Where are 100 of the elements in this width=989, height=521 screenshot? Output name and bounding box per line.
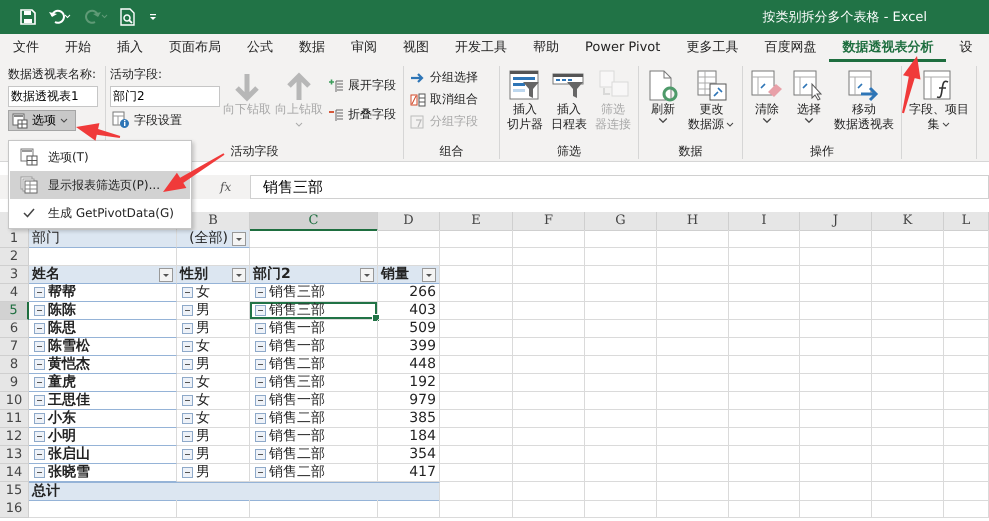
field-settings-button[interactable]: 字段设置 [110,110,220,130]
row-number[interactable]: 14 [0,464,29,482]
menu-item[interactable]: 选项(T) [10,143,190,171]
collapse-icon[interactable] [34,305,45,316]
ribbon-tab[interactable]: 审阅 [338,34,390,62]
collapse-icon[interactable] [34,395,45,406]
column-header[interactable]: C [250,212,378,231]
collapse-icon[interactable] [255,395,266,406]
row-number[interactable]: 9 [0,374,29,392]
print-preview-icon[interactable] [120,8,136,26]
collapse-icon[interactable] [34,359,45,370]
refresh-button[interactable]: 刷新 [643,68,683,143]
ribbon-tab[interactable]: 页面布局 [156,34,234,62]
filter-button[interactable] [360,268,374,282]
ribbon-tab[interactable]: 视图 [390,34,442,62]
row-number[interactable]: 5 [0,302,29,320]
pivot-name-field[interactable]: 数据透视表1 [8,86,98,107]
column-header[interactable]: J [800,212,872,231]
filter-button[interactable] [422,268,436,282]
collapse-icon[interactable] [34,467,45,478]
collapse-icon[interactable] [34,431,45,442]
collapse-icon[interactable] [255,377,266,388]
collapse-field-button[interactable]: 折叠字段 [326,105,398,124]
collapse-icon[interactable] [182,413,193,424]
collapse-icon[interactable] [255,323,266,334]
undo-icon[interactable] [48,9,72,25]
collapse-icon[interactable] [34,377,45,388]
column-header[interactable]: G [585,212,657,231]
column-header[interactable]: H [657,212,729,231]
collapse-icon[interactable] [182,323,193,334]
function-label[interactable]: fx [220,180,250,194]
options-button[interactable]: 选项 [8,110,76,131]
collapse-icon[interactable] [182,395,193,406]
ribbon-tab[interactable]: 帮助 [520,34,572,62]
collapse-icon[interactable] [34,413,45,424]
ribbon-tab[interactable]: Power Pivot [572,34,674,62]
row-number[interactable]: 7 [0,338,29,356]
slicer-button[interactable]: 插入 切片器 [504,68,546,143]
collapse-icon[interactable] [34,323,45,334]
column-header[interactable]: D [378,212,440,231]
filter-button[interactable] [232,268,246,282]
menu-item[interactable]: 显示报表筛选页(P)... [10,171,190,199]
ungroup-group-button[interactable]: 取消组合 [408,90,495,109]
row-number[interactable]: 16 [0,500,29,518]
ribbon-tab[interactable]: 插入 [104,34,156,62]
collapse-icon[interactable] [182,431,193,442]
collapse-icon[interactable] [182,449,193,460]
ribbon-tab[interactable]: 数据 [286,34,338,62]
column-header[interactable]: F [513,212,585,231]
collapse-icon[interactable] [34,449,45,460]
collapse-icon[interactable] [182,305,193,316]
row-number[interactable]: 2 [0,248,29,266]
collapse-icon[interactable] [255,287,266,298]
formula-input[interactable]: 销售三部 [250,175,989,199]
row-number[interactable]: 10 [0,392,29,410]
row-number[interactable]: 11 [0,410,29,428]
timeline-button[interactable]: 插入 日程表 [548,68,590,143]
collapse-icon[interactable] [255,341,266,352]
collapse-icon[interactable] [255,305,266,316]
collapse-icon[interactable] [255,467,266,478]
ribbon-tab[interactable]: 更多工具 [673,34,752,62]
active-cell[interactable]: 销售三部 [250,302,378,320]
collapse-icon[interactable] [34,287,45,298]
collapse-icon[interactable] [255,449,266,460]
move-button[interactable]: 移动 数据透视表 [831,68,897,143]
row-number[interactable]: 8 [0,356,29,374]
filter-button[interactable] [159,268,173,282]
ribbon-tab[interactable]: 开始 [52,34,104,62]
column-header[interactable]: K [872,212,944,231]
collapse-icon[interactable] [182,467,193,478]
column-header[interactable]: L [944,212,989,231]
select-button[interactable]: 选择 [789,68,829,143]
select-group-button[interactable]: 分组选择 [408,68,495,87]
row-number[interactable]: 6 [0,320,29,338]
row-number[interactable]: 13 [0,446,29,464]
datasource-button[interactable]: 更改 数据源 [685,68,738,143]
active-field-input[interactable]: 部门2 [110,86,220,107]
filter-button[interactable] [232,232,246,246]
customize-icon[interactable] [148,12,158,22]
row-number[interactable]: 15 [0,482,29,501]
expand-field-button[interactable]: 展开字段 [326,76,398,95]
save-icon[interactable] [20,9,36,25]
collapse-icon[interactable] [182,359,193,370]
row-number[interactable]: 4 [0,284,29,302]
column-header[interactable]: I [729,212,800,231]
collapse-icon[interactable] [255,431,266,442]
collapse-icon[interactable] [182,377,193,388]
ribbon-tab[interactable]: 文件 [0,34,52,62]
collapse-icon[interactable] [182,287,193,298]
row-number[interactable]: 3 [0,266,29,284]
ribbon-tab[interactable]: 开发工具 [442,34,520,62]
row-number[interactable]: 1 [0,230,29,248]
ribbon-tab[interactable]: 公式 [234,34,286,62]
clear-button[interactable]: 清除 [747,68,787,143]
collapse-icon[interactable] [255,359,266,370]
row-number[interactable]: 12 [0,428,29,446]
collapse-icon[interactable] [34,341,45,352]
collapse-icon[interactable] [255,413,266,424]
column-header[interactable]: E [440,212,513,231]
collapse-icon[interactable] [182,341,193,352]
